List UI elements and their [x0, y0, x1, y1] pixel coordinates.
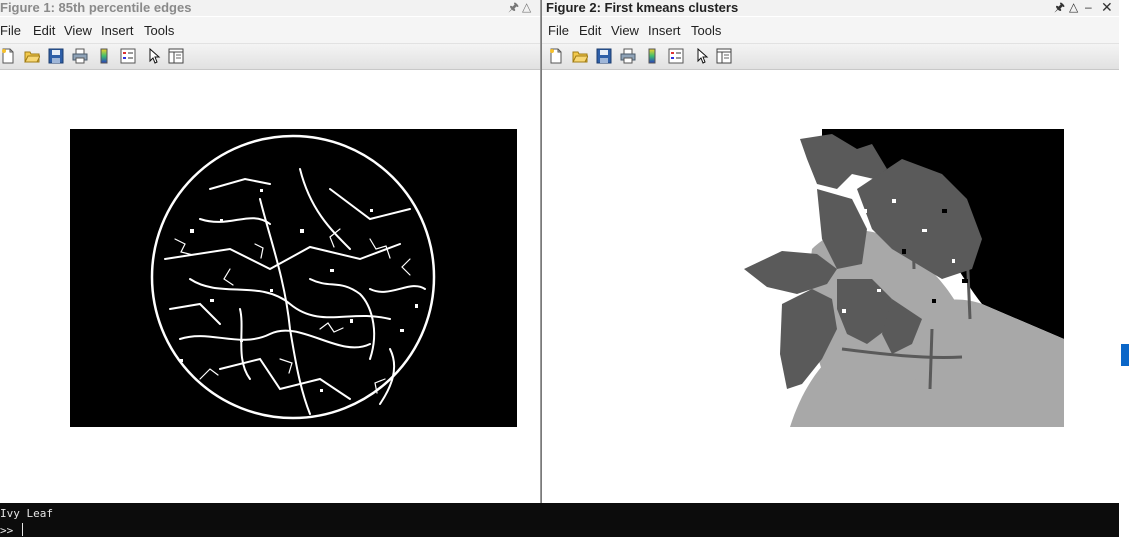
colorbar-icon[interactable] — [644, 48, 660, 64]
console-output: Ivy Leaf — [0, 507, 53, 520]
pointer-icon[interactable] — [694, 48, 710, 64]
pin-icon[interactable]: 🖈 — [508, 0, 519, 15]
side-panel-edge — [1119, 0, 1129, 537]
print-icon[interactable] — [72, 48, 88, 64]
new-figure-icon[interactable] — [0, 48, 16, 64]
close-icon[interactable]: ✕ — [1101, 0, 1113, 15]
command-prompt[interactable]: >> — [0, 524, 13, 537]
menu-view[interactable]: View — [611, 23, 639, 38]
property-inspector-icon[interactable] — [168, 48, 184, 64]
minimize-icon[interactable]: – — [1085, 0, 1092, 15]
menu-view[interactable]: View — [64, 23, 92, 38]
menu-file[interactable]: File — [548, 23, 569, 38]
pointer-icon[interactable] — [146, 48, 162, 64]
legend-icon[interactable] — [120, 48, 136, 64]
text-cursor — [22, 523, 23, 536]
scroll-indicator[interactable] — [1121, 344, 1129, 366]
window-title: Figure 2: First kmeans clusters — [546, 0, 739, 15]
new-figure-icon[interactable] — [548, 48, 564, 64]
menu-file[interactable]: File — [0, 23, 21, 38]
menu-edit[interactable]: Edit — [33, 23, 55, 38]
figure-toolbar — [0, 44, 540, 70]
legend-icon[interactable] — [668, 48, 684, 64]
menu-insert[interactable]: Insert — [648, 23, 681, 38]
menu-tools[interactable]: Tools — [144, 23, 174, 38]
save-icon[interactable] — [48, 48, 64, 64]
menu-bar: File Edit View Insert Tools — [542, 17, 1119, 44]
title-bar[interactable]: Figure 1: 85th percentile edges 🖈 △ — [0, 0, 540, 16]
open-file-icon[interactable] — [572, 48, 588, 64]
save-icon[interactable] — [596, 48, 612, 64]
restore-icon[interactable]: △ — [522, 0, 531, 15]
colorbar-icon[interactable] — [96, 48, 112, 64]
menu-bar: File Edit View Insert Tools — [0, 17, 540, 44]
figure-toolbar — [542, 44, 1119, 70]
edge-image — [70, 129, 517, 427]
pin-icon[interactable]: 🖈 — [1054, 0, 1065, 15]
figure-window-2[interactable]: Figure 2: First kmeans clusters 🖈 △ – ✕ … — [541, 0, 1119, 503]
title-bar[interactable]: Figure 2: First kmeans clusters 🖈 △ – ✕ — [542, 0, 1119, 16]
property-inspector-icon[interactable] — [716, 48, 732, 64]
cluster-image — [742, 129, 1064, 427]
menu-edit[interactable]: Edit — [579, 23, 601, 38]
figure-window-1[interactable]: Figure 1: 85th percentile edges 🖈 △ File… — [0, 0, 541, 503]
restore-icon[interactable]: △ — [1069, 0, 1078, 15]
menu-tools[interactable]: Tools — [691, 23, 721, 38]
menu-insert[interactable]: Insert — [101, 23, 134, 38]
window-title: Figure 1: 85th percentile edges — [0, 0, 192, 15]
command-window[interactable]: Ivy Leaf >> — [0, 503, 1118, 537]
print-icon[interactable] — [620, 48, 636, 64]
open-file-icon[interactable] — [24, 48, 40, 64]
